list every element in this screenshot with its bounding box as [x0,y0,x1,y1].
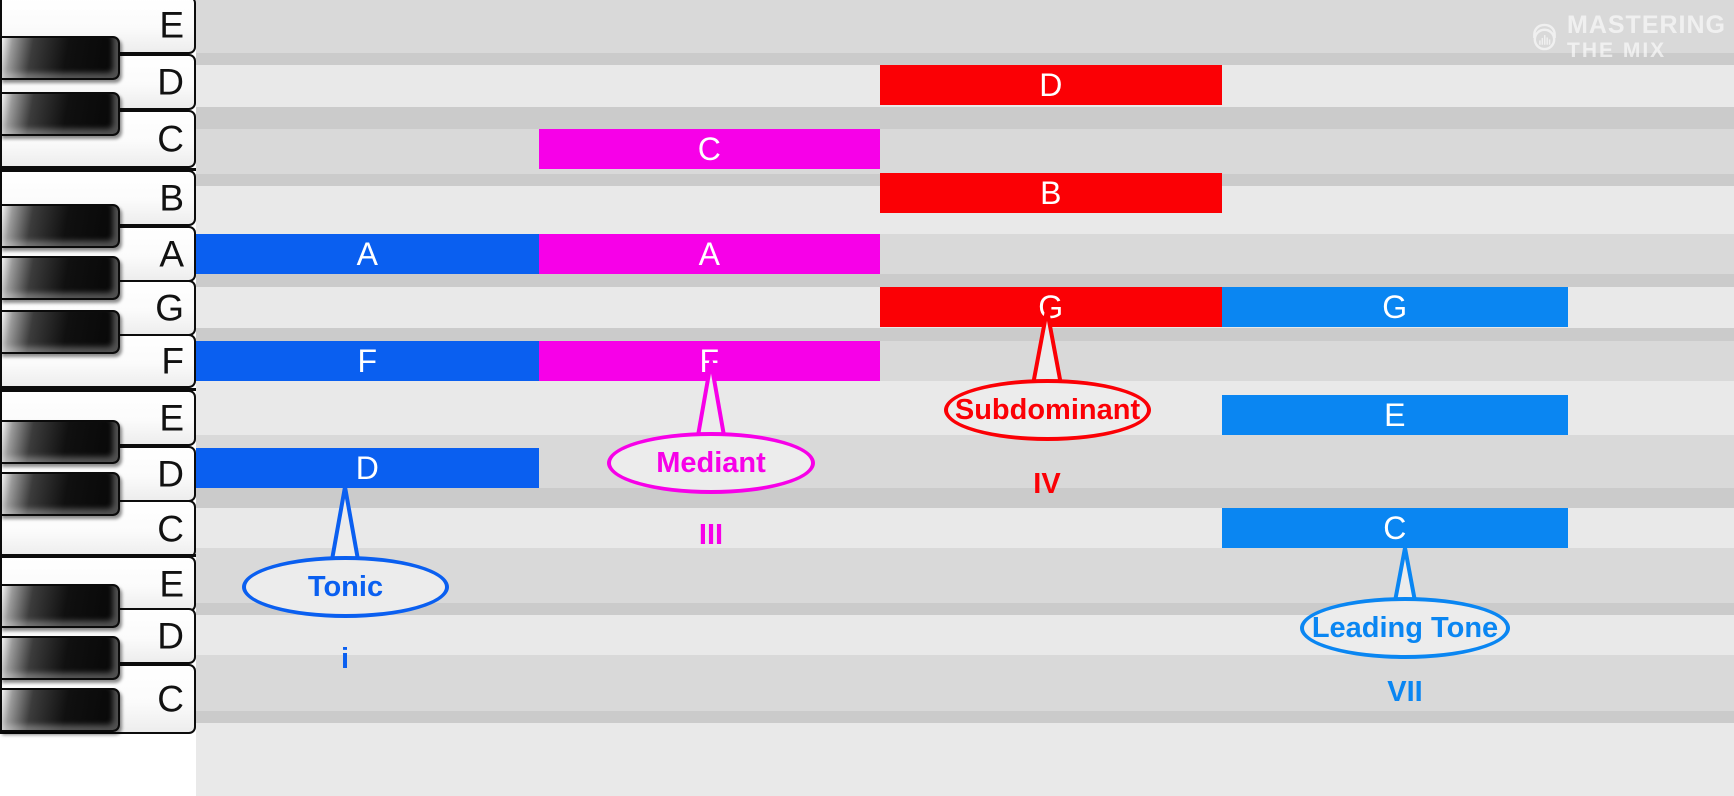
piano-key-black-1[interactable] [0,92,120,136]
piano-key-black-5[interactable] [0,420,120,464]
note-bar-d-i[interactable]: D [196,448,539,488]
piano-keyboard[interactable]: EDCBAGFEDCEDC [0,0,196,796]
mediant-label: Mediant [656,446,766,479]
piano-key-label: F [161,340,184,382]
piano-key-label: C [157,508,184,550]
piano-key-label: D [157,615,184,657]
note-bar-label: D [355,450,380,486]
note-bar-label: A [698,236,721,272]
note-bar-c-vii[interactable]: C [1222,508,1568,548]
subdominant-bubble: Subdominant [944,379,1151,441]
note-bar-label: A [356,236,379,272]
note-bar-label: C [697,131,722,167]
piano-key-black-4[interactable] [0,310,120,354]
note-bar-a-i[interactable]: A [196,234,539,274]
note-bar-label: C [1383,510,1407,546]
piano-key-black-8[interactable] [0,636,120,680]
piano-roll-canvas: DCBAAGGFFEDC EDCBAGFEDCEDC Tonic i Media… [0,0,1734,796]
note-bar-g-vii[interactable]: G [1222,287,1568,327]
octave-separator [0,168,196,171]
piano-key-label: G [155,287,184,329]
piano-key-label: D [157,453,184,495]
grid-lane[interactable] [196,53,1734,65]
piano-key-label: B [159,177,184,219]
grid-lane[interactable] [196,723,1734,796]
note-bar-label: D [1039,67,1063,103]
logo-line-2: THE MIX [1567,39,1667,62]
grid-lane[interactable] [196,655,1734,669]
grid-lane[interactable] [196,711,1734,723]
note-bar-c-iii[interactable]: C [539,129,880,169]
note-bar-label: G [1382,289,1408,325]
piano-key-black-3[interactable] [0,256,120,300]
leading-tone-label: Leading Tone [1311,611,1499,644]
octave-separator [0,388,196,391]
mastering-the-mix-logo: MASTERING THE MIX [1530,6,1726,68]
leading-tone-bubble: Leading Tone [1300,597,1510,659]
headphones-waveform-icon [1533,23,1556,51]
piano-key-black-2[interactable] [0,204,120,248]
octave-separator [0,554,196,557]
subdominant-numeral: IV [1033,468,1061,500]
piano-key-black-6[interactable] [0,472,120,516]
subdominant-label: Subdominant [954,393,1141,426]
grid-lane[interactable] [196,435,1734,448]
grid-lane[interactable] [196,107,1734,129]
piano-key-black-9[interactable] [0,688,120,732]
tonic-bubble: Tonic [242,556,449,618]
note-bar-b-iv[interactable]: B [880,173,1222,213]
leading-tone-numeral: VII [1387,676,1423,708]
piano-key-label: A [159,233,184,275]
piano-key-black-0[interactable] [0,36,120,80]
piano-key-label: D [157,61,184,103]
logo-line-1: MASTERING [1567,11,1726,39]
note-bar-label: B [1040,175,1062,211]
note-bar-e-vii[interactable]: E [1222,395,1568,435]
piano-key-label: C [157,678,184,720]
piano-key-label: E [159,563,184,605]
piano-key-label: C [157,118,184,160]
mediant-bubble: Mediant [607,432,815,494]
note-bar-f-i[interactable]: F [196,341,539,381]
piano-key-label: E [159,4,184,46]
grid-lane[interactable] [196,669,1734,711]
grid-lane[interactable] [196,274,1734,287]
piano-key-label: E [159,397,184,439]
piano-key-black-7[interactable] [0,584,120,628]
note-bar-label: E [1384,397,1406,433]
note-bar-d-iv[interactable]: D [880,65,1222,105]
mediant-numeral: III [698,519,724,551]
tonic-numeral: i [340,643,350,675]
tonic-label: Tonic [307,570,384,603]
grid-lane[interactable] [196,129,1734,174]
note-bar-label: F [357,343,378,379]
note-bar-a-iii[interactable]: A [539,234,880,274]
grid-lane[interactable] [196,0,1734,53]
